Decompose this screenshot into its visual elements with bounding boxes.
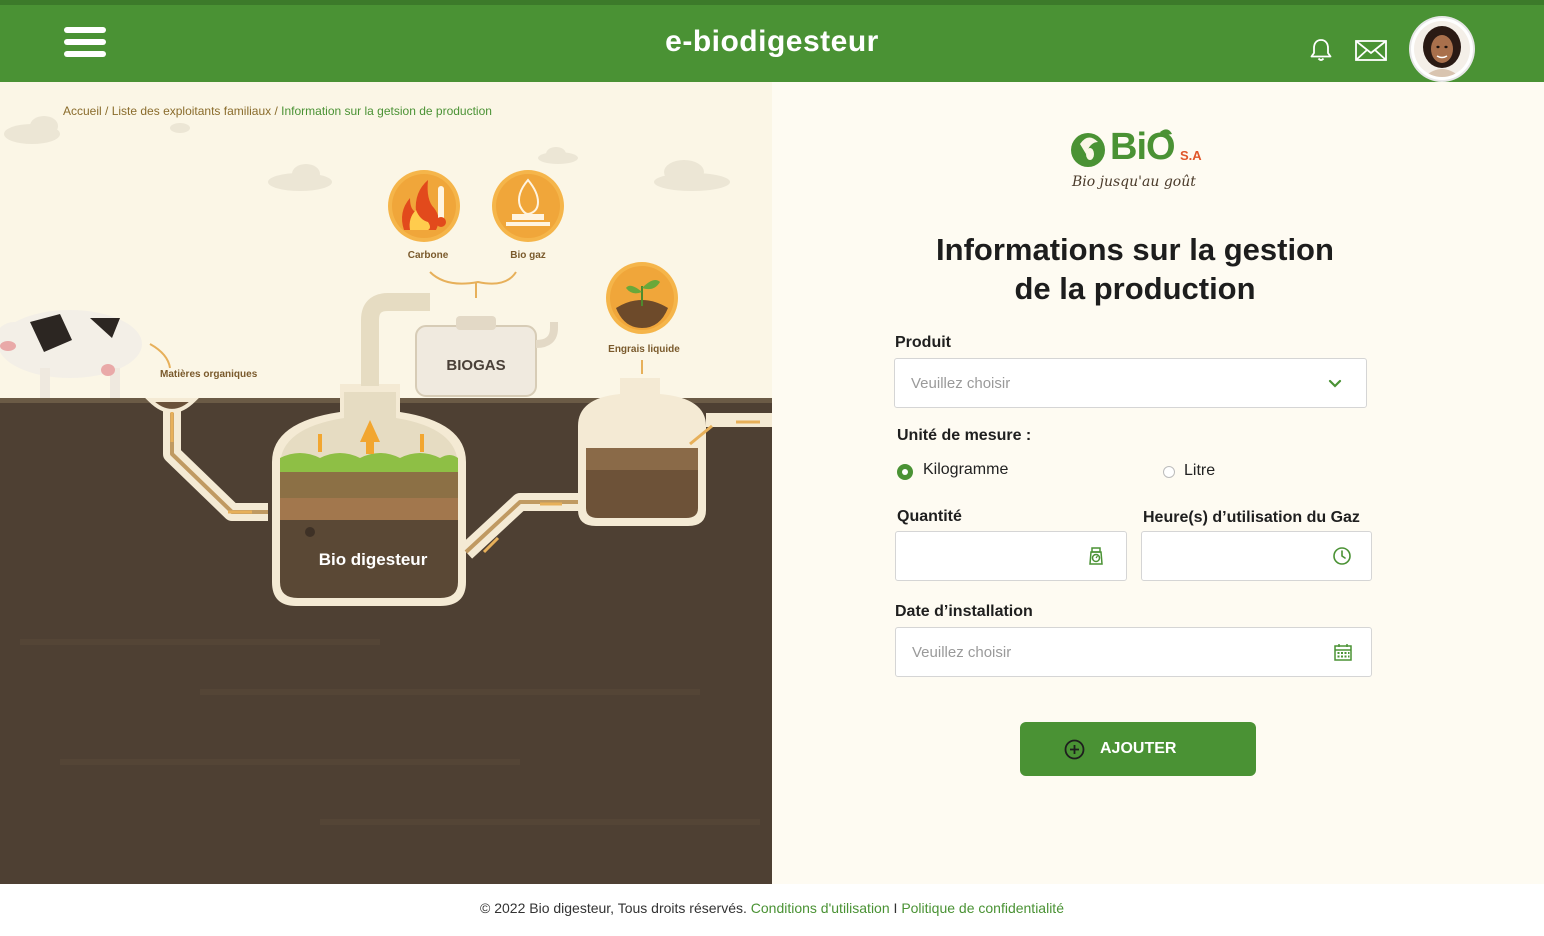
logo-tagline: Bio jusqu'au goût xyxy=(1072,174,1196,190)
logo-brand: BiO xyxy=(1110,126,1176,168)
radio-unchecked-icon xyxy=(1163,466,1175,478)
logo-suffix: S.A xyxy=(1180,148,1202,163)
breadcrumb-separator: / xyxy=(101,104,112,118)
biogas-tank xyxy=(415,316,558,397)
date-placeholder: Veuillez choisir xyxy=(912,644,1012,661)
engrais-badge xyxy=(606,262,678,334)
user-avatar[interactable] xyxy=(1411,18,1473,80)
radio-litre-label: Litre xyxy=(1184,462,1216,479)
breadcrumb: Accueil / Liste des exploitants familiau… xyxy=(63,104,492,118)
produit-select[interactable]: Veuillez choisir xyxy=(894,358,1367,408)
label-digester: Bio digesteur xyxy=(318,550,428,569)
footer-terms-link[interactable]: Conditions d'utilisation xyxy=(751,900,890,916)
breadcrumb-home[interactable]: Accueil xyxy=(63,104,102,118)
heures-input[interactable] xyxy=(1141,531,1372,581)
radio-checked-icon xyxy=(897,464,913,480)
label-biogas-tank: BIOGAS xyxy=(446,357,506,374)
quantite-label: Quantité xyxy=(897,508,962,525)
footer-privacy-link[interactable]: Politique de confidentialité xyxy=(901,900,1064,916)
bell-icon[interactable] xyxy=(1306,35,1336,65)
scale-icon xyxy=(1089,547,1103,565)
label-matieres: Matières organiques xyxy=(160,369,258,380)
clouds xyxy=(4,116,730,191)
form-title-line2: de la production xyxy=(1014,271,1256,306)
breadcrumb-exploitants[interactable]: Liste des exploitants familiaux xyxy=(112,104,271,118)
breadcrumb-separator: / xyxy=(271,104,282,118)
bio-logo: BiO S.A Bio jusqu'au goût xyxy=(1068,124,1208,196)
produit-label: Produit xyxy=(895,334,951,351)
heures-label: Heure(s) d’utilisation du Gaz xyxy=(1143,509,1360,526)
calendar-icon xyxy=(1334,644,1352,661)
top-navbar: e-biodigesteur xyxy=(0,0,1544,82)
ajouter-button[interactable]: AJOUTER xyxy=(1020,722,1256,776)
produit-placeholder: Veuillez choisir xyxy=(911,375,1011,392)
cow-drawing xyxy=(0,310,142,398)
biogaz-badge xyxy=(492,170,564,242)
form-title: Informations sur la gestion de la produc… xyxy=(900,230,1370,308)
carbone-badge xyxy=(388,170,460,242)
label-engrais: Engrais liquide xyxy=(608,344,680,355)
radio-kilogramme-label: Kilogramme xyxy=(923,461,1009,478)
biodigester-illustration: Carbone Bio gaz Engrais liquide Matières… xyxy=(0,82,772,884)
ajouter-label: AJOUTER xyxy=(1100,740,1177,757)
quantite-input[interactable] xyxy=(895,531,1127,581)
label-carbone: Carbone xyxy=(407,250,449,261)
footer: © 2022 Bio digesteur, Tous droits réserv… xyxy=(0,884,1544,936)
label-biogaz: Bio gaz xyxy=(510,250,546,261)
envelope-icon[interactable] xyxy=(1354,35,1388,65)
breadcrumb-current: Information sur la getsion de production xyxy=(281,104,492,118)
unite-label: Unité de mesure : xyxy=(897,427,1032,444)
chevron-down-icon xyxy=(1328,379,1342,388)
plus-circle-icon xyxy=(1064,739,1085,760)
date-input[interactable]: Veuillez choisir xyxy=(895,627,1372,677)
footer-separator: I xyxy=(893,900,898,916)
form-title-line1: Informations sur la gestion xyxy=(936,232,1334,267)
footer-copyright: © 2022 Bio digesteur, Tous droits réserv… xyxy=(480,900,747,916)
clock-icon xyxy=(1333,547,1351,565)
avatar-portrait xyxy=(1414,21,1470,77)
date-label: Date d’installation xyxy=(895,603,1033,620)
